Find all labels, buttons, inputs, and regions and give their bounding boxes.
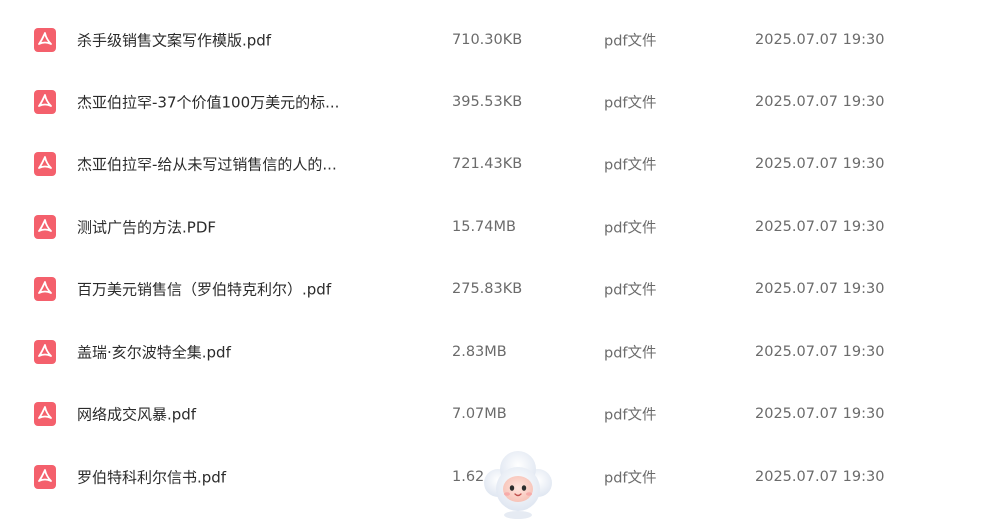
file-type: pdf文件 (604, 345, 657, 362)
pdf-file-icon (34, 402, 56, 426)
file-name[interactable]: 杀手级销售文案写作模版.pdf (77, 30, 271, 51)
file-name[interactable]: 杰亚伯拉罕-37个价值100万美元的标... (77, 92, 339, 113)
pdf-file-icon (34, 90, 56, 114)
file-size: 710.30KB (452, 32, 523, 48)
file-list: 杀手级销售文案写作模版.pdf 710.30KB pdf文件 2025.07.0… (0, 0, 992, 520)
file-row[interactable]: 杰亚伯拉罕-37个价值100万美元的标... 395.53KB pdf文件 20… (0, 71, 992, 133)
file-size: 275.83KB (452, 281, 523, 297)
file-row[interactable]: 测试广告的方法.PDF 15.74MB pdf文件 2025.07.07 19:… (0, 196, 992, 258)
cloud-mascot-icon[interactable] (480, 447, 556, 520)
file-row[interactable]: 盖瑞·亥尔波特全集.pdf 2.83MB pdf文件 2025.07.07 19… (0, 321, 992, 383)
pdf-file-icon (34, 152, 56, 176)
file-type: pdf文件 (604, 95, 657, 112)
file-type: pdf文件 (604, 282, 657, 299)
file-row[interactable]: 杀手级销售文案写作模版.pdf 710.30KB pdf文件 2025.07.0… (0, 9, 992, 71)
file-type: pdf文件 (604, 407, 657, 424)
file-size: 721.43KB (452, 156, 523, 172)
file-date: 2025.07.07 19:30 (755, 344, 885, 360)
file-name[interactable]: 百万美元销售信（罗伯特克利尔）.pdf (77, 279, 331, 300)
file-row[interactable]: 杰亚伯拉罕-给从未写过销售信的人的... 721.43KB pdf文件 2025… (0, 133, 992, 195)
pdf-file-icon (34, 340, 56, 364)
file-date: 2025.07.07 19:30 (755, 94, 885, 110)
pdf-file-icon (34, 465, 56, 489)
pdf-file-icon (34, 215, 56, 239)
file-name[interactable]: 盖瑞·亥尔波特全集.pdf (77, 342, 231, 363)
file-size: 395.53KB (452, 94, 523, 110)
file-name[interactable]: 杰亚伯拉罕-给从未写过销售信的人的... (77, 154, 337, 175)
file-date: 2025.07.07 19:30 (755, 281, 885, 297)
file-name[interactable]: 罗伯特科利尔信书.pdf (77, 467, 226, 488)
file-size: 2.83MB (452, 344, 507, 360)
file-name[interactable]: 网络成交风暴.pdf (77, 404, 196, 425)
file-date: 2025.07.07 19:30 (755, 219, 885, 235)
file-name[interactable]: 测试广告的方法.PDF (77, 217, 216, 238)
file-type: pdf文件 (604, 33, 657, 50)
file-date: 2025.07.07 19:30 (755, 406, 885, 422)
file-size: 7.07MB (452, 406, 507, 422)
pdf-file-icon (34, 277, 56, 301)
file-type: pdf文件 (604, 157, 657, 174)
file-date: 2025.07.07 19:30 (755, 469, 885, 485)
file-type: pdf文件 (604, 470, 657, 487)
file-row[interactable]: 网络成交风暴.pdf 7.07MB pdf文件 2025.07.07 19:30 (0, 383, 992, 445)
file-size: 15.74MB (452, 219, 516, 235)
pdf-file-icon (34, 28, 56, 52)
file-date: 2025.07.07 19:30 (755, 156, 885, 172)
file-type: pdf文件 (604, 220, 657, 237)
file-date: 2025.07.07 19:30 (755, 32, 885, 48)
file-row[interactable]: 百万美元销售信（罗伯特克利尔）.pdf 275.83KB pdf文件 2025.… (0, 258, 992, 320)
